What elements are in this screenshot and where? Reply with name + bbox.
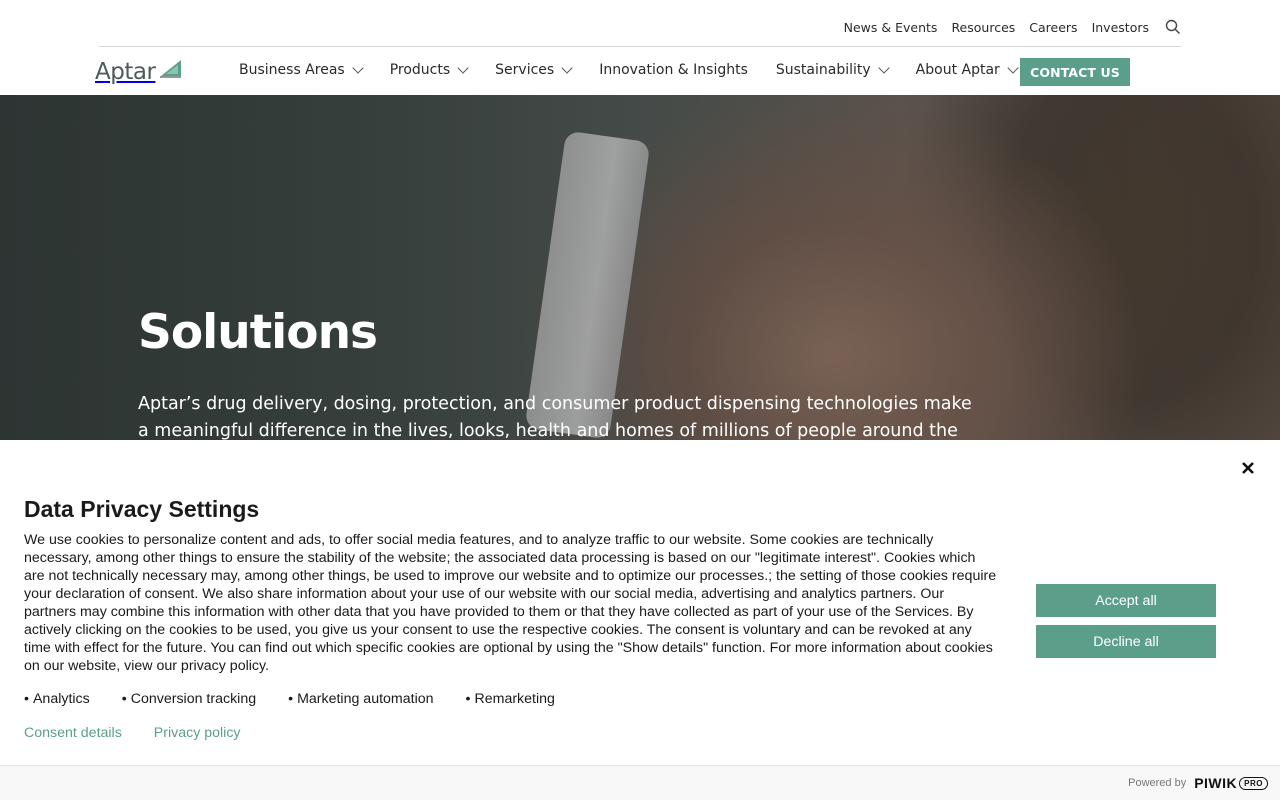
consent-details-link[interactable]: Consent details [24, 725, 122, 741]
hero-overlay [0, 95, 1280, 440]
piwik-brand: PIWIK [1194, 775, 1238, 791]
consent-links: Consent details Privacy policy [24, 725, 273, 741]
piwik-brand-suffix: PRO [1239, 776, 1268, 790]
chevron-down-icon [457, 62, 469, 74]
powered-by: Powered by PIWIK PRO [1128, 775, 1268, 791]
nav-item-label: Services [495, 62, 555, 78]
consent-title: Data Privacy Settings [24, 496, 260, 522]
utility-link-news-events[interactable]: News & Events [844, 20, 938, 35]
consent-category-conversion-tracking: Conversion tracking [122, 691, 256, 707]
consent-category-remarketing: Remarketing [466, 691, 554, 707]
utility-link-resources[interactable]: Resources [951, 20, 1015, 35]
nav-item-products[interactable]: Products [389, 62, 469, 78]
chevron-down-icon [561, 62, 573, 74]
nav-item-services[interactable]: Services [495, 62, 573, 78]
search-icon[interactable] [1165, 19, 1181, 35]
main-nav: Business Areas Products Services Innovat… [239, 62, 1045, 78]
chevron-down-icon [878, 62, 890, 74]
utility-link-investors[interactable]: Investors [1092, 20, 1149, 35]
nav-item-label: Business Areas [239, 62, 345, 78]
nav-item-about-aptar[interactable]: About Aptar [915, 62, 1019, 78]
nav-item-label: Products [389, 62, 451, 78]
nav-item-label: Innovation & Insights [599, 62, 748, 78]
powered-by-bar: Powered by PIWIK PRO [0, 765, 1280, 800]
nav-item-sustainability[interactable]: Sustainability [775, 62, 890, 78]
powered-by-label: Powered by [1128, 777, 1187, 789]
nav-item-label: Sustainability [775, 62, 871, 78]
piwik-pro-logo[interactable]: PIWIK PRO [1194, 775, 1268, 791]
header-divider [99, 46, 1181, 47]
hero-description: Aptar’s drug delivery, dosing, protectio… [138, 394, 972, 440]
privacy-policy-link[interactable]: Privacy policy [154, 725, 241, 741]
nav-item-business-areas[interactable]: Business Areas [239, 62, 364, 78]
accept-all-button[interactable]: Accept all [1036, 584, 1216, 617]
hero-banner: Solutions Aptar’s drug delivery, dosing,… [0, 95, 1280, 440]
nav-item-label: About Aptar [915, 62, 1000, 78]
aptar-logo[interactable]: Aptar [95, 56, 191, 88]
chevron-down-icon [352, 62, 364, 74]
close-icon[interactable] [1240, 460, 1256, 476]
logo-wordmark: Aptar [95, 59, 156, 85]
nav-item-innovation-insights[interactable]: Innovation & Insights [599, 62, 748, 78]
consent-categories: Analytics Conversion tracking Marketing … [24, 691, 587, 707]
privacy-consent-panel: Data Privacy Settings We use cookies to … [0, 440, 1280, 800]
utility-nav: News & Events Resources Careers Investor… [844, 19, 1181, 35]
decline-all-button[interactable]: Decline all [1036, 625, 1216, 658]
consent-category-analytics: Analytics [24, 691, 90, 707]
consent-body-text: We use cookies to personalize content an… [24, 532, 997, 674]
consent-category-marketing-automation: Marketing automation [288, 691, 433, 707]
contact-us-button[interactable]: CONTACT US [1020, 58, 1130, 86]
utility-bar: News & Events Resources Careers Investor… [0, 0, 1280, 46]
chevron-down-icon [1007, 62, 1019, 74]
hero-title: Solutions [138, 305, 378, 360]
utility-link-careers[interactable]: Careers [1029, 20, 1077, 35]
sail-logo-icon [158, 58, 182, 83]
